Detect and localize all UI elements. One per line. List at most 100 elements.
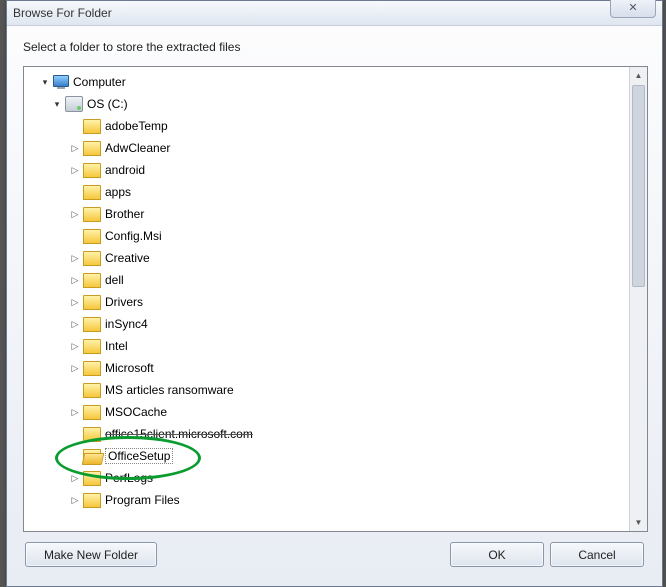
- browse-for-folder-dialog: Browse For Folder ✕ Select a folder to s…: [6, 0, 663, 587]
- expander-placeholder: [68, 427, 82, 441]
- folder-icon: [83, 471, 101, 486]
- folder-icon: [83, 427, 101, 442]
- folder-open-icon: [83, 449, 101, 464]
- titlebar: Browse For Folder ✕: [7, 1, 662, 26]
- close-button[interactable]: ✕: [610, 0, 656, 18]
- folder-icon: [83, 405, 101, 420]
- tree-row[interactable]: ▷ Microsoft: [24, 357, 630, 379]
- folder-icon: [83, 361, 101, 376]
- button-bar: Make New Folder OK Cancel: [23, 532, 646, 567]
- tree-item-label: Drivers: [105, 295, 143, 309]
- tree-item-label: android: [105, 163, 145, 177]
- folder-icon: [83, 185, 101, 200]
- tree-row[interactable]: ▷ android: [24, 159, 630, 181]
- tree-item-label: Program Files: [105, 493, 180, 507]
- tree-item-label: MS articles ransomware: [105, 383, 234, 397]
- tree-row[interactable]: ▷ Intel: [24, 335, 630, 357]
- tree-row[interactable]: ▷ Creative: [24, 247, 630, 269]
- chevron-right-icon[interactable]: ▷: [68, 339, 82, 353]
- instruction-text: Select a folder to store the extracted f…: [23, 40, 646, 54]
- folder-icon: [83, 493, 101, 508]
- tree-item-label: AdwCleaner: [105, 141, 170, 155]
- folder-icon: [83, 251, 101, 266]
- tree-row[interactable]: Config.Msi: [24, 225, 630, 247]
- tree-item-label: Microsoft: [105, 361, 154, 375]
- folder-icon: [83, 119, 101, 134]
- tree-item-label: apps: [105, 185, 131, 199]
- folder-icon: [83, 383, 101, 398]
- tree-item-label: MSOCache: [105, 405, 167, 419]
- folder-icon: [83, 273, 101, 288]
- tree-item-label: Creative: [105, 251, 150, 265]
- window-title: Browse For Folder: [13, 6, 112, 20]
- chevron-right-icon[interactable]: ▷: [68, 471, 82, 485]
- tree-item-label: OfficeSetup: [105, 448, 173, 464]
- folder-icon: [83, 295, 101, 310]
- computer-icon: [53, 75, 69, 89]
- tree-row[interactable]: ▷ dell: [24, 269, 630, 291]
- chevron-right-icon[interactable]: ▷: [68, 163, 82, 177]
- client-area: Select a folder to store the extracted f…: [7, 26, 662, 577]
- tree-item-label: Config.Msi: [105, 229, 162, 243]
- folder-icon: [83, 317, 101, 332]
- chevron-right-icon[interactable]: ▷: [68, 317, 82, 331]
- folder-icon: [83, 207, 101, 222]
- make-new-folder-button[interactable]: Make New Folder: [25, 542, 157, 567]
- tree-row[interactable]: ▷ Program Files: [24, 489, 630, 511]
- expander-placeholder: [68, 119, 82, 133]
- tree-row[interactable]: MS articles ransomware: [24, 379, 630, 401]
- chevron-down-icon[interactable]: ▾: [50, 97, 64, 111]
- tree-row[interactable]: ▾ OS (C:): [24, 93, 630, 115]
- expander-placeholder: [68, 383, 82, 397]
- tree-item-label: Brother: [105, 207, 144, 221]
- tree-row[interactable]: OfficeSetup: [24, 445, 630, 467]
- cancel-button[interactable]: Cancel: [550, 542, 644, 567]
- scroll-down-arrow-icon[interactable]: ▼: [630, 514, 647, 531]
- drive-icon: [65, 96, 83, 112]
- tree-row[interactable]: ▾ Computer: [24, 71, 630, 93]
- chevron-right-icon[interactable]: ▷: [68, 405, 82, 419]
- tree-row[interactable]: ▷ Brother: [24, 203, 630, 225]
- chevron-right-icon[interactable]: ▷: [68, 493, 82, 507]
- tree-item-label: dell: [105, 273, 124, 287]
- tree-row[interactable]: ▷ MSOCache: [24, 401, 630, 423]
- chevron-right-icon[interactable]: ▷: [68, 141, 82, 155]
- tree-item-label: Computer: [73, 75, 126, 89]
- tree-row[interactable]: apps: [24, 181, 630, 203]
- chevron-right-icon[interactable]: ▷: [68, 295, 82, 309]
- button-label: Cancel: [578, 548, 615, 562]
- folder-tree[interactable]: ▾ Computer ▾ OS (C:) adobeTemp ▷ AdwCleaner ▷ an…: [24, 67, 630, 531]
- vertical-scrollbar[interactable]: ▲ ▼: [629, 67, 647, 531]
- tree-row[interactable]: ▷ inSync4: [24, 313, 630, 335]
- button-label: OK: [488, 548, 505, 562]
- tree-item-label: adobeTemp: [105, 119, 168, 133]
- tree-item-label: Intel: [105, 339, 128, 353]
- chevron-right-icon[interactable]: ▷: [68, 361, 82, 375]
- folder-icon: [83, 229, 101, 244]
- close-icon: ✕: [628, 1, 637, 14]
- folder-icon: [83, 141, 101, 156]
- expander-placeholder: [68, 185, 82, 199]
- tree-item-label: inSync4: [105, 317, 148, 331]
- scroll-up-arrow-icon[interactable]: ▲: [630, 67, 647, 84]
- scrollbar-thumb[interactable]: [632, 85, 645, 287]
- tree-row[interactable]: ▷ PerfLogs: [24, 467, 630, 489]
- chevron-right-icon[interactable]: ▷: [68, 251, 82, 265]
- folder-tree-container: ▾ Computer ▾ OS (C:) adobeTemp ▷ AdwCleaner ▷ an…: [23, 66, 648, 532]
- folder-icon: [83, 339, 101, 354]
- button-label: Make New Folder: [44, 548, 138, 562]
- chevron-down-icon[interactable]: ▾: [38, 75, 52, 89]
- tree-item-label: PerfLogs: [105, 471, 153, 485]
- expander-placeholder: [68, 229, 82, 243]
- folder-icon: [83, 163, 101, 178]
- ok-button[interactable]: OK: [450, 542, 544, 567]
- tree-row[interactable]: ▷ Drivers: [24, 291, 630, 313]
- chevron-right-icon[interactable]: ▷: [68, 207, 82, 221]
- tree-row[interactable]: adobeTemp: [24, 115, 630, 137]
- chevron-right-icon[interactable]: ▷: [68, 273, 82, 287]
- expander-placeholder: [68, 449, 82, 463]
- tree-item-label: office15client.microsoft.com: [105, 427, 253, 441]
- tree-row[interactable]: office15client.microsoft.com: [24, 423, 630, 445]
- tree-item-label: OS (C:): [87, 97, 128, 111]
- tree-row[interactable]: ▷ AdwCleaner: [24, 137, 630, 159]
